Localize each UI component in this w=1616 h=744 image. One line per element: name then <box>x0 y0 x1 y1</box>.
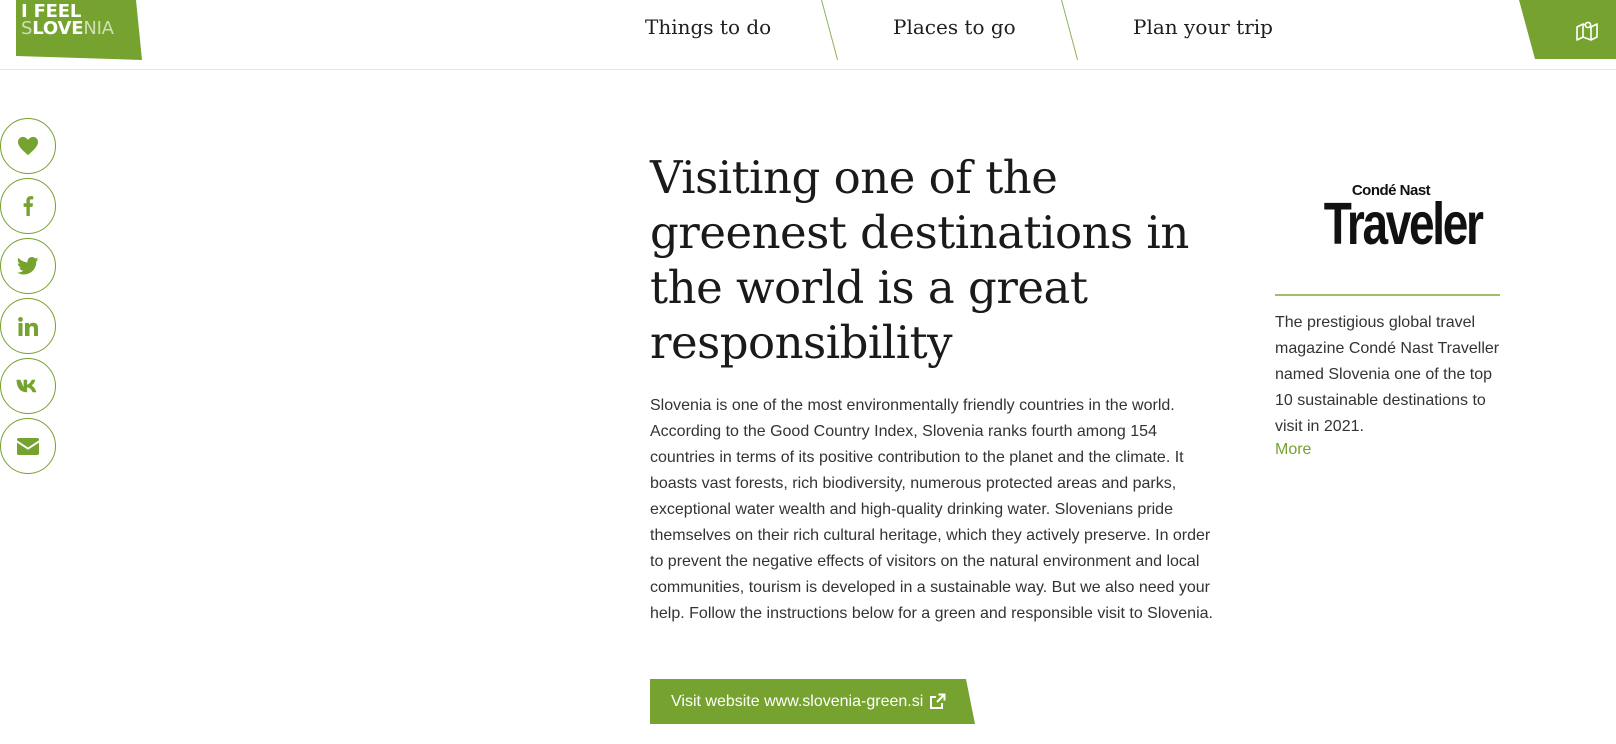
twitter-icon <box>17 257 39 275</box>
nav-plan-your-trip[interactable]: Plan your trip <box>1133 15 1273 39</box>
conde-nast-traveler-logo: Condé Nast Traveler <box>1305 182 1484 257</box>
heart-icon <box>18 136 38 156</box>
vk-icon <box>16 379 37 393</box>
vk-share-button[interactable] <box>0 358 56 414</box>
visit-website-label: Visit website www.slovenia-green.si <box>671 692 924 710</box>
nav-divider <box>1061 0 1079 60</box>
logo-light: NIA <box>83 18 114 39</box>
facebook-share-button[interactable] <box>0 178 56 234</box>
map-button[interactable] <box>1519 0 1616 59</box>
logo-s: S <box>21 18 33 39</box>
main-content: Visiting one of the greenest destination… <box>650 150 1220 627</box>
share-sidebar <box>0 118 58 474</box>
logo-traveler: Traveler <box>1323 191 1484 257</box>
logo-line-2: SLOVENIA <box>21 20 114 38</box>
aside-text: The prestigious global travel magazine C… <box>1275 314 1500 435</box>
twitter-share-button[interactable] <box>0 238 56 294</box>
intro-paragraph: Slovenia is one of the most environmenta… <box>650 397 1213 622</box>
page-title: Visiting one of the greenest destination… <box>650 151 1189 369</box>
email-share-button[interactable] <box>0 418 56 474</box>
visit-website-button-content[interactable]: Visit website www.slovenia-green.si <box>671 679 946 724</box>
nav-divider <box>821 0 839 60</box>
external-link-icon <box>930 693 946 709</box>
logo-strong: LOVE <box>32 18 84 39</box>
map-icon <box>1576 21 1598 41</box>
nav-things-to-do[interactable]: Things to do <box>645 15 771 39</box>
more-link[interactable]: More <box>1275 441 1311 459</box>
linkedin-icon <box>18 316 38 336</box>
favorite-button[interactable] <box>0 118 56 174</box>
linkedin-share-button[interactable] <box>0 298 56 354</box>
site-header: I FEEL SLOVENIA Things to do Places to g… <box>0 0 1616 70</box>
envelope-icon <box>17 437 39 455</box>
facebook-icon <box>23 196 34 216</box>
nav-places-to-go[interactable]: Places to go <box>893 15 1016 39</box>
site-logo[interactable]: I FEEL SLOVENIA <box>16 0 142 60</box>
aside-divider <box>1275 294 1500 296</box>
